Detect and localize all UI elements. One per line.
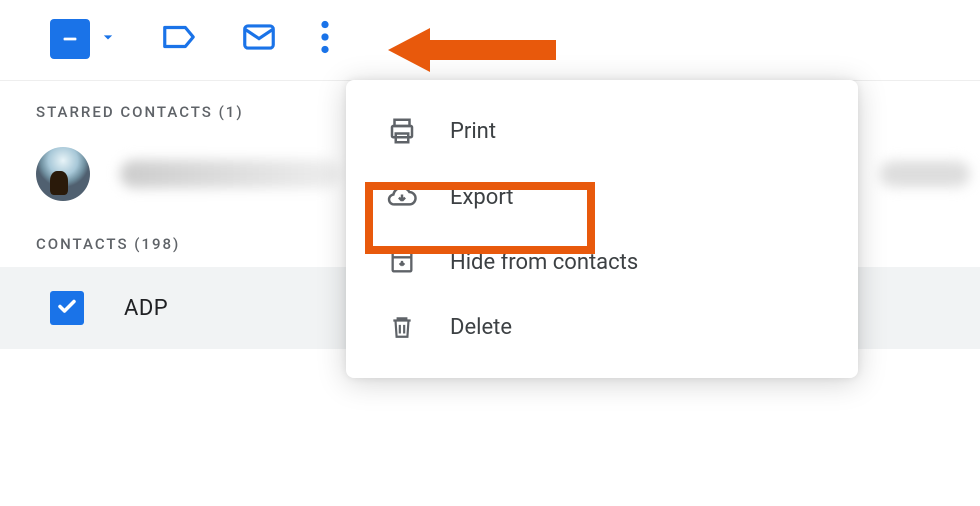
menu-label: Hide from contacts xyxy=(450,250,638,275)
contact-name-redacted xyxy=(120,160,340,188)
print-icon xyxy=(386,116,418,146)
email-button[interactable] xyxy=(240,18,278,60)
selection-dropdown[interactable] xyxy=(50,19,118,59)
menu-label: Delete xyxy=(450,315,512,340)
more-actions-button[interactable] xyxy=(320,20,330,58)
more-actions-menu: Print Export Hide from contacts Del xyxy=(346,80,858,378)
more-vertical-icon xyxy=(320,20,330,58)
checkmark-icon xyxy=(55,294,79,322)
avatar xyxy=(36,147,90,201)
contact-detail-redacted xyxy=(880,161,970,187)
caret-down-icon xyxy=(98,27,118,51)
menu-label: Print xyxy=(450,119,496,144)
cloud-download-icon xyxy=(386,182,418,212)
menu-item-delete[interactable]: Delete xyxy=(346,294,858,360)
label-icon xyxy=(160,18,198,60)
archive-icon xyxy=(386,248,418,276)
menu-item-hide[interactable]: Hide from contacts xyxy=(346,230,858,294)
trash-icon xyxy=(386,312,418,342)
toolbar xyxy=(0,0,980,81)
menu-label: Export xyxy=(450,185,514,210)
menu-item-export[interactable]: Export xyxy=(346,164,858,230)
checkbox-checked[interactable] xyxy=(50,291,84,325)
menu-item-print[interactable]: Print xyxy=(346,98,858,164)
select-indeterminate-icon xyxy=(50,19,90,59)
contact-name: ADP xyxy=(124,296,168,321)
label-button[interactable] xyxy=(160,18,198,60)
email-icon xyxy=(240,18,278,60)
